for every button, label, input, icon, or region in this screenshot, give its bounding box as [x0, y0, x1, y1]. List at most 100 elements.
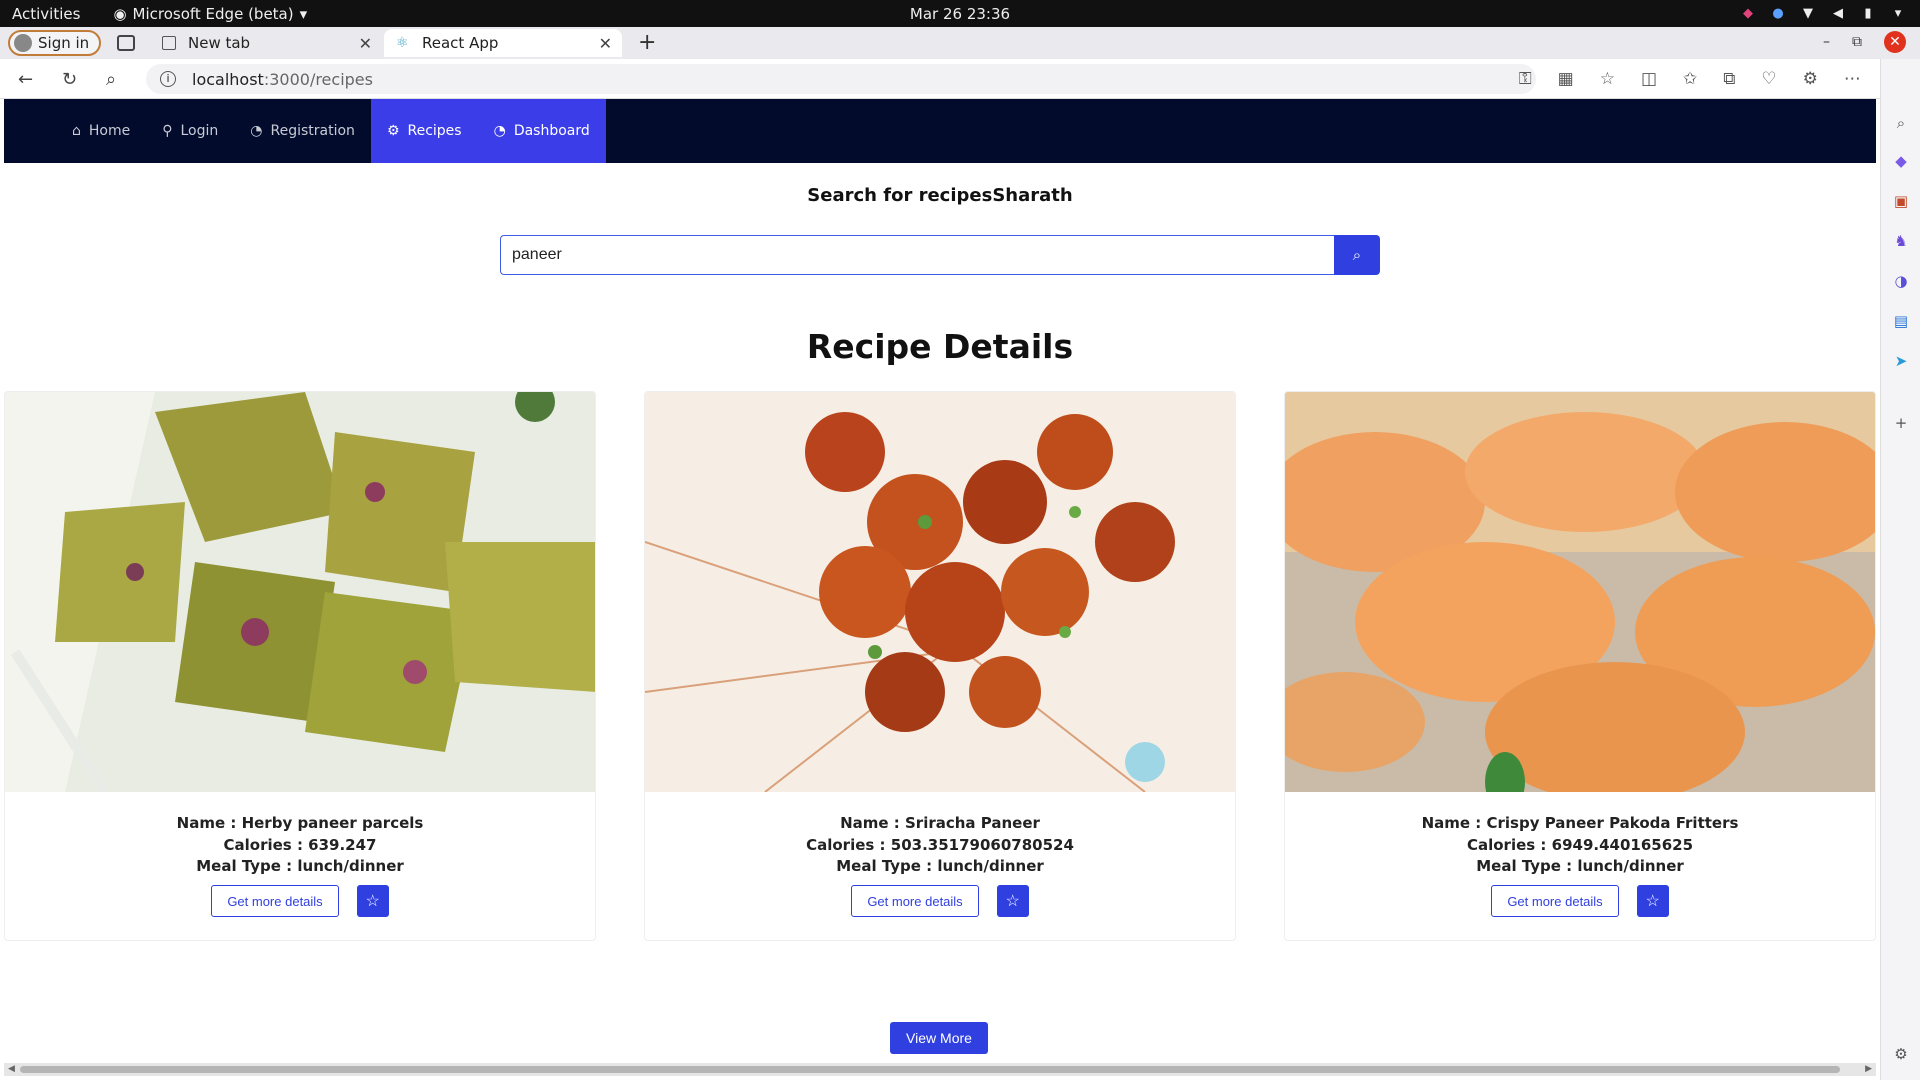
tab-new-tab[interactable]: New tab ✕	[150, 29, 382, 57]
add-icon[interactable]: +	[1891, 413, 1911, 433]
search-bar: ⌕	[500, 235, 1380, 275]
refresh-icon[interactable]: ↻	[62, 69, 77, 90]
split-screen-icon[interactable]: ◫	[1641, 69, 1657, 89]
nav-label: Login	[180, 123, 219, 139]
react-icon: ⚛	[396, 35, 409, 51]
settings-icon[interactable]: ⚙	[1891, 1044, 1911, 1064]
avatar	[14, 34, 32, 52]
back-icon[interactable]: ←	[18, 69, 33, 90]
page-icon	[162, 36, 176, 50]
chevron-down-icon: ▾	[1894, 5, 1902, 21]
window-controls: – ⧉ ✕	[1823, 31, 1906, 53]
scroll-right-icon[interactable]: ▶	[1865, 1064, 1872, 1074]
apps-icon[interactable]: ▦	[1558, 69, 1574, 89]
view-more-button[interactable]: View More	[890, 1022, 988, 1054]
battery-icon: ▮	[1864, 5, 1872, 21]
favorite-button[interactable]: ☆	[996, 885, 1029, 917]
tab-label: New tab	[188, 34, 251, 52]
card-actions: Get more details ☆	[1285, 885, 1875, 917]
recipe-image	[645, 392, 1235, 792]
address-bar-row: ← ↻ ⌕ i localhost:3000/recipes ⚿ ▦ ☆ ◫ ✩…	[0, 59, 1920, 99]
tab-react-app[interactable]: ⚛ React App ✕	[384, 29, 622, 57]
app-navbar: ⌂ Home ⚲ Login ◔ Registration ⚙ Recipes …	[4, 99, 1876, 163]
restore-icon[interactable]: ⧉	[1852, 34, 1862, 50]
favorites-icon[interactable]: ✩	[1683, 69, 1697, 89]
scrollbar-thumb[interactable]	[20, 1066, 1840, 1073]
close-window-icon[interactable]: ✕	[1884, 31, 1906, 53]
nav-item-login[interactable]: ⚲ Login	[146, 99, 234, 163]
app-menu[interactable]: ◉ Microsoft Edge (beta) ▾	[113, 5, 307, 23]
scroll-left-icon[interactable]: ◀	[8, 1064, 15, 1074]
tab-label: React App	[422, 34, 499, 52]
recipe-image	[1285, 392, 1875, 792]
recipe-info: Name : Herby paneer parcels Calories : 6…	[5, 813, 595, 878]
get-details-button[interactable]: Get more details	[1491, 885, 1619, 917]
tab-actions-icon[interactable]	[117, 35, 136, 51]
send-icon[interactable]: ➤	[1891, 351, 1911, 371]
nav-item-dashboard[interactable]: ◔ Dashboard	[477, 99, 606, 163]
get-details-button[interactable]: Get more details	[211, 885, 339, 917]
user-icon: ⚲	[162, 123, 173, 139]
close-icon[interactable]: ✕	[599, 34, 612, 53]
sign-in-label: Sign in	[38, 34, 90, 52]
search-button[interactable]: ⌕	[1334, 235, 1380, 275]
games-icon[interactable]: ♞	[1891, 231, 1911, 251]
search-icon: ⌕	[1352, 246, 1362, 264]
performance-icon[interactable]: ♡	[1761, 69, 1776, 89]
search-icon[interactable]: ⌕	[1891, 113, 1911, 133]
key-icon[interactable]: ⚿	[1519, 69, 1532, 89]
recipe-card: Name : Sriracha Paneer Calories : 503.35…	[644, 391, 1236, 941]
recipe-name: Name : Herby paneer parcels	[176, 814, 424, 832]
favorite-star-icon[interactable]: ☆	[1600, 69, 1615, 89]
copilot-icon[interactable]: ◑	[1891, 271, 1911, 291]
star-icon: ☆	[365, 893, 380, 910]
collections-icon[interactable]: ⧉	[1723, 69, 1735, 89]
gauge-icon: ◔	[250, 123, 263, 139]
recipe-card: Name : Crispy Paneer Pakoda Fritters Cal…	[1284, 391, 1876, 941]
get-details-button[interactable]: Get more details	[851, 885, 979, 917]
nav-item-recipes[interactable]: ⚙ Recipes	[370, 99, 478, 163]
nav-item-home[interactable]: ⌂ Home	[56, 99, 146, 163]
outlook-icon[interactable]: ▤	[1891, 311, 1911, 331]
recipe-calories: Calories : 503.35179060780524	[806, 835, 1074, 854]
nav-label: Recipes	[407, 123, 462, 139]
tools-icon[interactable]: ▣	[1891, 191, 1911, 211]
activities-button[interactable]: Activities	[12, 5, 80, 23]
edge-app-icon: ◉	[113, 4, 127, 23]
browser-tab-strip: Sign in New tab ✕ ⚛ React App ✕	[0, 27, 1920, 59]
more-icon[interactable]: ⋯	[1844, 69, 1861, 89]
search-input[interactable]	[500, 235, 1334, 275]
horizontal-scrollbar[interactable]: ◀ ▶	[4, 1063, 1876, 1076]
favorite-button[interactable]: ☆	[1636, 885, 1669, 917]
app-name: Microsoft Edge (beta)	[132, 4, 294, 23]
recipe-name: Name : Sriracha Paneer	[840, 814, 1040, 832]
star-icon: ☆	[1645, 893, 1660, 910]
shopping-icon[interactable]: ◆	[1891, 151, 1911, 171]
recipe-info: Name : Crispy Paneer Pakoda Fritters Cal…	[1285, 813, 1875, 878]
page-viewport: ⌂ Home ⚲ Login ◔ Registration ⚙ Recipes …	[4, 99, 1876, 1076]
clock[interactable]: Mar 26 23:36	[910, 5, 1010, 23]
close-icon[interactable]: ✕	[359, 34, 372, 53]
edge-sidebar: ⌕ ◆ ▣ ♞ ◑ ▤ ➤ + ⚙	[1880, 59, 1920, 1080]
wifi-icon: ▼	[1803, 5, 1813, 21]
sign-in-button[interactable]: Sign in	[8, 30, 102, 56]
chevron-down-icon: ▾	[299, 4, 308, 23]
minimize-icon[interactable]: –	[1823, 34, 1830, 50]
recipe-image	[5, 392, 595, 792]
recipe-calories: Calories : 639.247	[223, 835, 377, 854]
nav-item-registration[interactable]: ◔ Registration	[234, 99, 371, 163]
url-path: :3000/recipes	[263, 69, 373, 89]
info-icon[interactable]: i	[160, 71, 176, 87]
new-tab-button[interactable]: +	[638, 30, 656, 55]
recipe-info: Name : Sriracha Paneer Calories : 503.35…	[645, 813, 1235, 878]
app-indicator-icon: ●	[1772, 5, 1784, 21]
url-field[interactable]: i localhost:3000/recipes	[146, 64, 1536, 94]
star-icon: ☆	[1005, 893, 1020, 910]
recipe-meal-type: Meal Type : lunch/dinner	[836, 857, 1044, 875]
extensions-icon[interactable]: ⚙	[1803, 69, 1818, 89]
toolbar-icons: ⚿ ▦ ☆ ◫ ✩ ⧉ ♡ ⚙ ⋯ ◆	[1519, 69, 1900, 89]
section-title: Recipe Details	[806, 327, 1074, 366]
favorite-button[interactable]: ☆	[356, 885, 389, 917]
system-tray[interactable]: ◆ ● ▼ ◀ ▮ ▾	[1740, 5, 1906, 21]
search-icon[interactable]: ⌕	[106, 69, 116, 90]
